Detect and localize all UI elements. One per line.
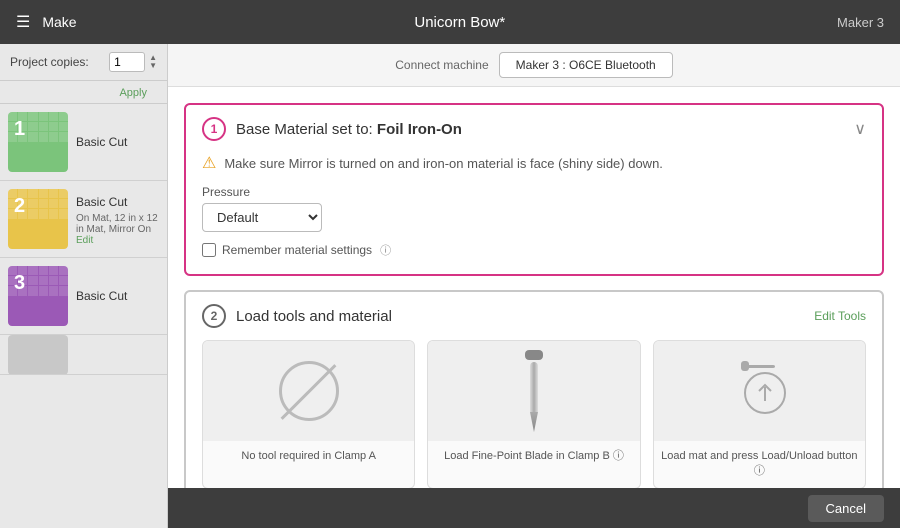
copies-spinner: ▲ ▼ <box>149 54 157 70</box>
sidebar-item-3[interactable]: 3 Basic Cut <box>0 258 167 335</box>
project-copies-label: Project copies: <box>10 55 109 69</box>
tool-image-load-mat <box>654 341 865 441</box>
blade-tip <box>530 412 538 432</box>
step2-number: 2 <box>202 304 226 328</box>
sidebar-list: 1 Basic Cut 2 <box>0 104 167 528</box>
sidebar-item-label-1: Basic Cut <box>76 135 127 149</box>
bottom-bar: Cancel <box>168 488 900 528</box>
blade-shaft <box>530 362 538 412</box>
sidebar-item-label-3: Basic Cut <box>76 289 127 303</box>
apply-button[interactable]: Apply <box>109 85 157 101</box>
step1-block: 1 Base Material set to: Foil Iron-On ∨ ⚠… <box>184 103 884 276</box>
app-title: Unicorn Bow* <box>83 14 837 31</box>
thumb-number-3: 3 <box>14 272 25 295</box>
remember-label: Remember material settings <box>222 243 372 257</box>
sidebar-item-2[interactable]: 2 Basic Cut On Mat, 12 in x 12 in Mat, M… <box>0 181 167 258</box>
content-area: Connect machine Maker 3 : O6CE Bluetooth… <box>168 44 900 528</box>
step2-title: Load tools and material <box>236 308 804 325</box>
top-bar: ☰ Make Unicorn Bow* Maker 3 <box>0 0 900 44</box>
main-layout: Project copies: ▲ ▼ Apply 1 <box>0 44 900 528</box>
warning-row: ⚠ Make sure Mirror is turned on and iron… <box>202 153 866 173</box>
steps-container: 1 Base Material set to: Foil Iron-On ∨ ⚠… <box>168 87 900 488</box>
thumb-number-2: 2 <box>14 195 25 218</box>
step1-title: Base Material set to: Foil Iron-On <box>236 121 854 138</box>
remember-settings-row: Remember material settings ⓘ <box>202 242 866 258</box>
spinner-down[interactable]: ▼ <box>149 62 157 70</box>
menu-icon[interactable]: ☰ <box>16 12 30 32</box>
step1-title-prefix: Base Material set to: <box>236 121 377 138</box>
tool-label-blade: Load Fine-Point Blade in Clamp B ⓘ <box>438 441 630 472</box>
thumb-1: 1 <box>8 112 68 172</box>
connect-bar: Connect machine Maker 3 : O6CE Bluetooth <box>168 44 900 87</box>
step2-block: 2 Load tools and material Edit Tools No … <box>184 290 884 488</box>
sidebar-item-4[interactable] <box>0 335 167 375</box>
pressure-select-wrapper: Default More Less <box>202 203 866 232</box>
remember-info-icon: ⓘ <box>380 242 391 258</box>
warning-icon: ⚠ <box>202 153 216 173</box>
tools-row: No tool required in Clamp A <box>186 340 882 488</box>
thumb-4 <box>8 335 68 375</box>
tool-image-blade <box>428 341 639 441</box>
sidebar-item-edit-2[interactable]: Edit <box>76 235 159 246</box>
tool-card-blade: Load Fine-Point Blade in Clamp B ⓘ <box>427 340 640 488</box>
load-mat-container <box>719 351 799 431</box>
no-tool-icon <box>279 361 339 421</box>
remember-checkbox[interactable] <box>202 243 216 257</box>
step1-number: 1 <box>202 117 226 141</box>
step2-header: 2 Load tools and material Edit Tools <box>186 292 882 340</box>
tool-label-load-mat: Load mat and press Load/Unload button ⓘ <box>654 441 865 488</box>
connect-button[interactable]: Maker 3 : O6CE Bluetooth <box>499 52 673 78</box>
tool-label-no-tool: No tool required in Clamp A <box>235 441 382 472</box>
machine-name: Maker 3 <box>837 15 884 30</box>
sidebar-item-meta-2: On Mat, 12 in x 12 in Mat, Mirror On <box>76 213 159 235</box>
thumb-3: 3 <box>8 266 68 326</box>
pressure-select[interactable]: Default More Less <box>202 203 322 232</box>
load-mat-svg <box>719 351 799 431</box>
sidebar: Project copies: ▲ ▼ Apply 1 <box>0 44 168 528</box>
step1-material: Foil Iron-On <box>377 121 462 138</box>
sidebar-item-1[interactable]: 1 Basic Cut <box>0 104 167 181</box>
pressure-label: Pressure <box>202 185 866 199</box>
tool-image-no-tool <box>203 341 414 441</box>
connect-label: Connect machine <box>395 58 488 72</box>
step1-chevron[interactable]: ∨ <box>854 119 866 139</box>
tool-card-load-mat: Load mat and press Load/Unload button ⓘ <box>653 340 866 488</box>
sidebar-item-info-2: Basic Cut On Mat, 12 in x 12 in Mat, Mir… <box>76 193 159 246</box>
cancel-button[interactable]: Cancel <box>808 495 884 522</box>
sidebar-controls: Project copies: ▲ ▼ <box>0 44 167 81</box>
thumb-number-1: 1 <box>14 118 25 141</box>
project-copies-input[interactable] <box>109 52 145 72</box>
make-label: Make <box>42 14 76 30</box>
step1-header: 1 Base Material set to: Foil Iron-On ∨ <box>186 105 882 153</box>
tool-card-no-tool: No tool required in Clamp A <box>202 340 415 488</box>
blade-icon <box>525 350 543 432</box>
step1-body: ⚠ Make sure Mirror is turned on and iron… <box>186 153 882 274</box>
warning-text: Make sure Mirror is turned on and iron-o… <box>224 156 663 171</box>
blade-cap <box>525 350 543 360</box>
edit-tools-link[interactable]: Edit Tools <box>814 309 866 323</box>
thumb-2: 2 <box>8 189 68 249</box>
sidebar-item-label-2: Basic Cut <box>76 195 127 209</box>
